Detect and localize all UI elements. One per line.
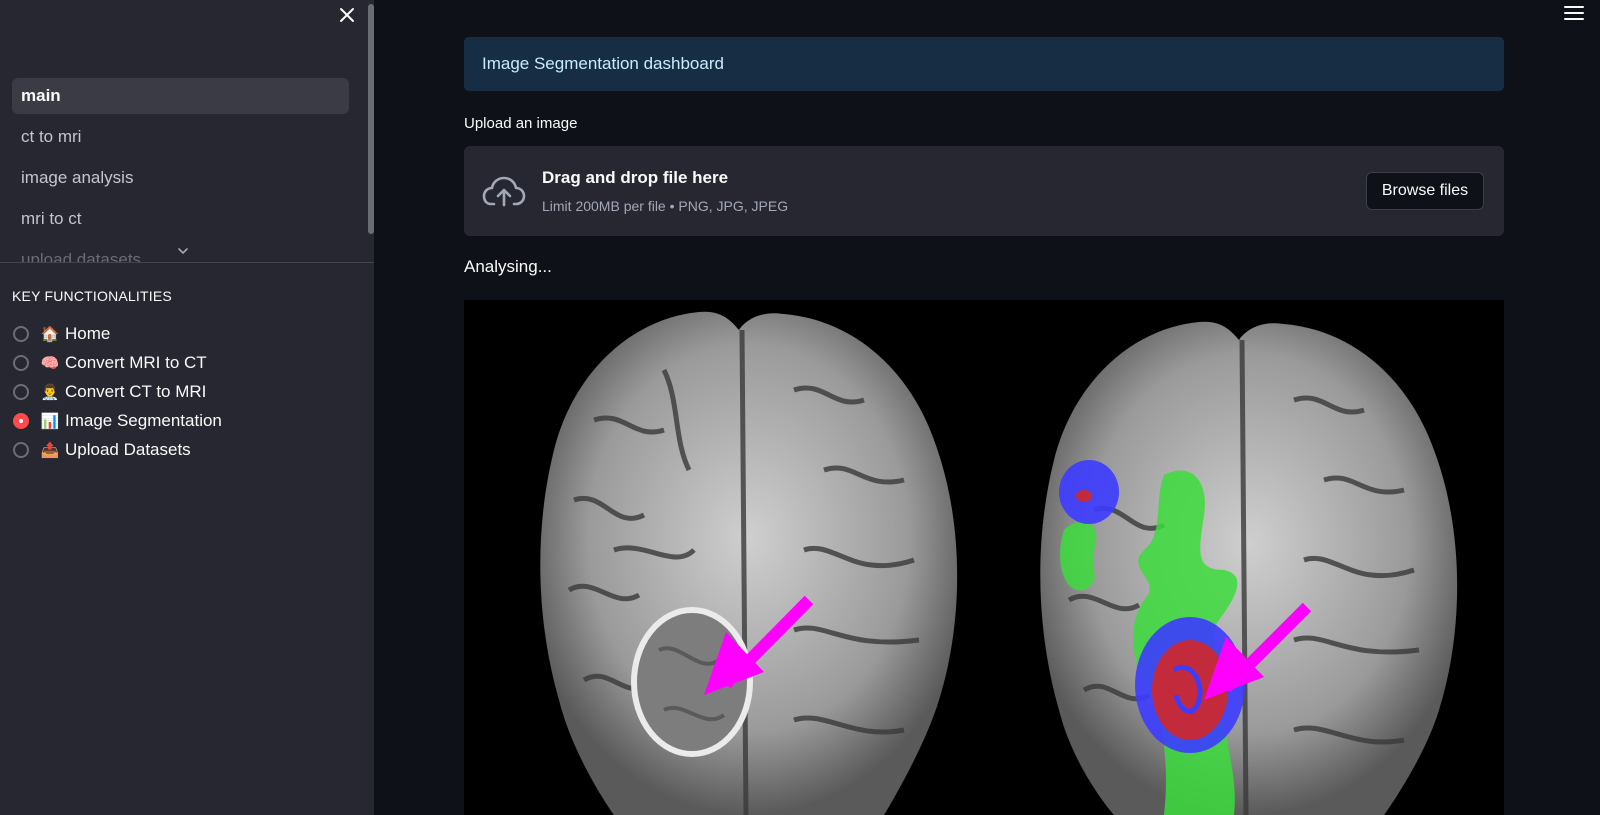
file-dropzone[interactable]: Drag and drop file here Limit 200MB per …	[464, 146, 1504, 236]
radio-label: Convert MRI to CT	[65, 352, 207, 372]
upload-label: Upload an image	[464, 115, 578, 132]
nav-item-mri-to-ct[interactable]: mri to ct	[12, 201, 349, 237]
radio-button[interactable]	[13, 325, 29, 342]
segmentation-result-image	[464, 300, 1504, 815]
sidebar-scrollbar[interactable]	[368, 4, 374, 234]
close-icon	[340, 8, 354, 22]
sidebar: main ct to mri image analysis mri to ct …	[0, 0, 374, 815]
cloud-upload-icon	[482, 176, 526, 207]
outbox-icon: 📤	[40, 441, 60, 459]
doctor-icon: 👨‍⚕️	[40, 383, 60, 401]
radio-button[interactable]	[13, 441, 29, 458]
radio-option-convert-ct-to-mri[interactable]: 👨‍⚕️ Convert CT to MRI	[13, 377, 222, 406]
radio-option-convert-mri-to-ct[interactable]: 🧠 Convert MRI to CT	[13, 348, 222, 377]
radio-label: Convert CT to MRI	[65, 381, 207, 401]
original-mri-scan	[540, 311, 958, 815]
page-navigation: main ct to mri image analysis mri to ct …	[12, 78, 349, 262]
segmented-mri-scan	[1040, 321, 1458, 815]
close-sidebar-button[interactable]	[336, 4, 358, 26]
radio-button[interactable]	[13, 354, 29, 371]
browse-files-button[interactable]: Browse files	[1366, 172, 1484, 210]
brain-mri-comparison	[540, 311, 1458, 815]
functionality-radio-group: 🏠 Home 🧠 Convert MRI to CT 👨‍⚕️ Convert …	[13, 319, 222, 464]
radio-option-upload-datasets[interactable]: 📤 Upload Datasets	[13, 435, 222, 464]
radio-button-selected[interactable]	[13, 412, 29, 429]
radio-label: Image Segmentation	[65, 410, 222, 430]
chevron-down-icon[interactable]	[176, 244, 190, 258]
radio-option-home[interactable]: 🏠 Home	[13, 319, 222, 348]
bar-chart-icon: 📊	[40, 412, 60, 430]
brain-icon: 🧠	[40, 354, 60, 372]
main-menu-button[interactable]	[1564, 6, 1584, 22]
section-heading: KEY FUNCTIONALITIES	[12, 288, 172, 304]
house-icon: 🏠	[40, 325, 60, 343]
radio-button[interactable]	[13, 383, 29, 400]
nav-item-ct-to-mri[interactable]: ct to mri	[12, 119, 349, 155]
radio-label: Home	[65, 323, 111, 343]
dropzone-title: Drag and drop file here	[542, 168, 729, 187]
nav-item-image-analysis[interactable]: image analysis	[12, 160, 349, 196]
radio-option-image-segmentation[interactable]: 📊 Image Segmentation	[13, 406, 222, 435]
info-banner: Image Segmentation dashboard	[464, 37, 1504, 91]
dropzone-limit-text: Limit 200MB per file • PNG, JPG, JPEG	[542, 198, 789, 214]
menu-icon-bar	[1564, 12, 1584, 14]
sidebar-divider	[0, 262, 374, 263]
menu-icon-bar	[1564, 18, 1584, 20]
menu-icon-bar	[1564, 6, 1584, 8]
nav-item-main[interactable]: main	[12, 78, 349, 114]
status-text: Analysing...	[464, 257, 552, 276]
radio-label: Upload Datasets	[65, 439, 191, 459]
